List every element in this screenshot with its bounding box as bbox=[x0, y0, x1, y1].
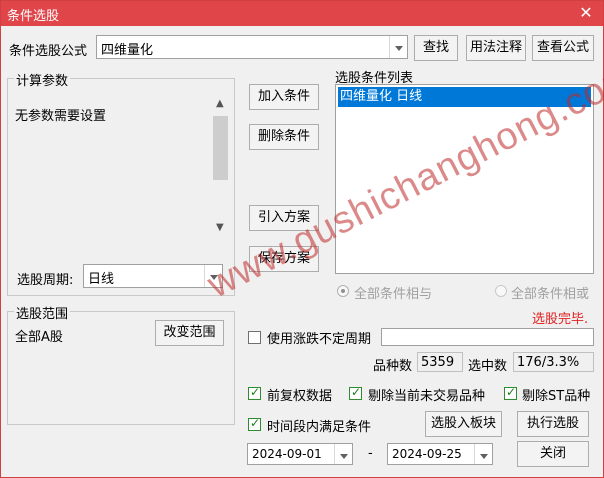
window-title: 条件选股 bbox=[7, 9, 60, 24]
close-button[interactable]: 关闭 bbox=[517, 441, 589, 467]
remove-st-checkbox[interactable] bbox=[504, 385, 517, 400]
stock-count-label: 品种数 bbox=[373, 359, 413, 374]
delete-condition-button[interactable]: 删除条件 bbox=[249, 124, 319, 150]
remove-untraded-checkbox[interactable] bbox=[349, 385, 362, 400]
save-scheme-button[interactable]: 保存方案 bbox=[249, 246, 319, 272]
range-value: 全部A股 bbox=[15, 330, 63, 345]
selected-box: 176/3.3% bbox=[513, 352, 594, 372]
formula-label: 条件选股公式 bbox=[9, 44, 88, 59]
status-text: 选股完毕. bbox=[532, 312, 589, 327]
period-combo[interactable]: 日线 bbox=[83, 264, 223, 288]
scroll-thumb[interactable] bbox=[213, 116, 228, 180]
date-separator: - bbox=[368, 446, 373, 461]
stock-count-box: 5359 bbox=[417, 352, 463, 372]
floating-period-checkbox[interactable] bbox=[248, 331, 261, 344]
chevron-down-icon[interactable] bbox=[474, 444, 492, 464]
execute-button[interactable]: 执行选股 bbox=[517, 411, 589, 437]
view-formula-button[interactable]: 查看公式 bbox=[532, 35, 594, 61]
selected-label: 选中数 bbox=[468, 359, 508, 374]
or-radio[interactable] bbox=[495, 285, 507, 297]
start-date-picker[interactable]: 2024-09-01 bbox=[247, 443, 353, 465]
params-text: 无参数需要设置 bbox=[15, 109, 107, 124]
or-label: 全部条件相或 bbox=[511, 287, 590, 302]
chevron-down-icon[interactable] bbox=[389, 36, 407, 58]
floating-period-input[interactable] bbox=[381, 328, 594, 346]
condition-stock-picker-window: 条件选股 ✕ 条件选股公式 四维量化 查找 用法注释 查看公式 计算参数 无参数… bbox=[0, 0, 604, 478]
formula-combo[interactable]: 四维量化 bbox=[96, 35, 408, 59]
change-range-button[interactable]: 改变范围 bbox=[155, 320, 224, 346]
and-label: 全部条件相与 bbox=[354, 287, 433, 302]
params-scrollbar[interactable]: ▲ ▼ bbox=[212, 96, 229, 238]
chevron-down-icon[interactable] bbox=[204, 265, 222, 287]
time-range-checkbox[interactable] bbox=[248, 416, 261, 431]
selected-value: 176/3.3% bbox=[517, 355, 580, 370]
close-icon[interactable]: ✕ bbox=[575, 2, 597, 24]
usage-button[interactable]: 用法注释 bbox=[466, 35, 526, 61]
end-date-value: 2024-09-25 bbox=[392, 447, 462, 461]
time-range-label: 时间段内满足条件 bbox=[267, 420, 372, 435]
find-button[interactable]: 查找 bbox=[414, 35, 458, 61]
formula-value: 四维量化 bbox=[101, 43, 154, 58]
add-to-block-button[interactable]: 选股入板块 bbox=[425, 411, 502, 437]
condition-list[interactable]: 四维量化 日线 bbox=[335, 84, 594, 274]
floating-period-label: 使用涨跌不定周期 bbox=[267, 332, 372, 347]
end-date-picker[interactable]: 2024-09-25 bbox=[387, 443, 493, 465]
pre-adjust-label: 前复权数据 bbox=[267, 389, 333, 404]
range-caption: 选股范围 bbox=[14, 303, 71, 322]
period-value: 日线 bbox=[88, 272, 115, 287]
stock-count-value: 5359 bbox=[421, 355, 455, 370]
pre-adjust-checkbox[interactable] bbox=[248, 385, 261, 400]
remove-st-label: 剔除ST品种 bbox=[522, 389, 591, 404]
period-label: 选股周期: bbox=[17, 273, 74, 288]
list-item[interactable]: 四维量化 日线 bbox=[338, 87, 591, 107]
and-radio[interactable] bbox=[337, 285, 349, 297]
chevron-down-icon[interactable] bbox=[334, 444, 352, 464]
import-scheme-button[interactable]: 引入方案 bbox=[249, 205, 319, 231]
add-condition-button[interactable]: 加入条件 bbox=[249, 84, 319, 110]
title-bar[interactable]: 条件选股 ✕ bbox=[1, 1, 603, 26]
start-date-value: 2024-09-01 bbox=[252, 447, 322, 461]
scroll-up-icon[interactable]: ▲ bbox=[216, 98, 224, 109]
remove-untraded-label: 剔除当前未交易品种 bbox=[368, 389, 486, 404]
params-caption: 计算参数 bbox=[14, 70, 71, 89]
scroll-down-icon[interactable]: ▼ bbox=[216, 222, 224, 233]
